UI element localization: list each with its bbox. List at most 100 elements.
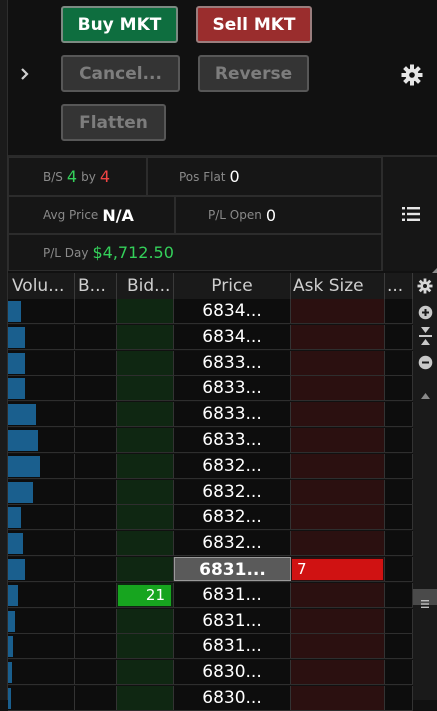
- ladder-row: 6833...: [8, 350, 413, 376]
- buy-orders-cell[interactable]: [75, 608, 117, 633]
- price-cell[interactable]: 6832...: [174, 453, 291, 478]
- pl-open-cell: P/L Open 0: [175, 196, 382, 234]
- header-bid-size[interactable]: Bid...: [117, 273, 174, 299]
- header-volume[interactable]: Volu...: [8, 273, 75, 299]
- bid-size-cell[interactable]: [117, 634, 174, 659]
- buy-orders-cell[interactable]: [75, 634, 117, 659]
- bid-size-cell[interactable]: [117, 350, 174, 375]
- extra-cell: [385, 557, 413, 581]
- ask-size-cell[interactable]: [291, 376, 385, 401]
- bid-size-cell[interactable]: [117, 299, 174, 323]
- ask-size-cell[interactable]: 7: [291, 557, 385, 581]
- zoom-out-icon[interactable]: [418, 355, 433, 370]
- price-cell[interactable]: 6833...: [174, 428, 291, 452]
- flatten-button[interactable]: Flatten: [61, 104, 166, 141]
- buy-orders-cell[interactable]: [75, 531, 117, 556]
- avg-price-label: Avg Price: [43, 208, 99, 222]
- buy-orders-cell[interactable]: [75, 582, 117, 607]
- bid-size-cell[interactable]: [117, 402, 174, 427]
- zoom-in-icon[interactable]: [418, 305, 433, 320]
- bid-size-cell[interactable]: [117, 531, 174, 556]
- buy-orders-cell[interactable]: [75, 428, 117, 452]
- scrollbar-handle[interactable]: [413, 589, 437, 608]
- price-cell[interactable]: 6834...: [174, 324, 291, 349]
- ask-size-cell[interactable]: [291, 299, 385, 323]
- bid-size-cell[interactable]: [117, 557, 174, 581]
- buy-orders-cell[interactable]: [75, 505, 117, 530]
- extra-cell: [385, 402, 413, 427]
- buy-orders-cell[interactable]: [75, 350, 117, 375]
- price-cell[interactable]: 6833...: [174, 402, 291, 427]
- header-price[interactable]: Price: [174, 273, 291, 299]
- gear-icon[interactable]: [401, 64, 423, 86]
- volume-cell: [8, 402, 75, 427]
- bid-size-cell[interactable]: [117, 660, 174, 685]
- ask-size-cell[interactable]: [291, 505, 385, 530]
- bid-size-cell[interactable]: [117, 505, 174, 530]
- ask-size-cell[interactable]: [291, 686, 385, 710]
- scroll-up-icon[interactable]: [421, 384, 430, 399]
- current-price-cell[interactable]: 6831...: [174, 557, 291, 581]
- ask-size-cell[interactable]: [291, 582, 385, 607]
- bid-size-cell[interactable]: [117, 453, 174, 478]
- bid-size-cell[interactable]: [117, 428, 174, 452]
- bid-size-cell[interactable]: [117, 686, 174, 710]
- price-cell[interactable]: 6830...: [174, 660, 291, 685]
- buy-mkt-button[interactable]: Buy MKT: [61, 6, 178, 43]
- ask-size-cell[interactable]: [291, 453, 385, 478]
- buy-orders-cell[interactable]: [75, 402, 117, 427]
- ladder-row: 6831... 7: [8, 557, 413, 582]
- price-cell[interactable]: 6830...: [174, 686, 291, 710]
- ladder-row: 6833...: [8, 402, 413, 428]
- ask-size-cell[interactable]: [291, 660, 385, 685]
- buy-orders-cell[interactable]: [75, 660, 117, 685]
- price-cell[interactable]: 6831...: [174, 608, 291, 633]
- ladder-gear-icon[interactable]: [417, 278, 433, 294]
- cancel-button[interactable]: Cancel...: [61, 55, 180, 92]
- buy-orders-cell[interactable]: [75, 686, 117, 710]
- ask-size-cell[interactable]: [291, 428, 385, 452]
- buy-orders-cell[interactable]: [75, 557, 117, 581]
- bid-size-cell[interactable]: [117, 608, 174, 633]
- price-cell[interactable]: 6832...: [174, 479, 291, 504]
- ladder-row: 6830...: [8, 686, 413, 711]
- ask-size-cell[interactable]: [291, 608, 385, 633]
- ask-size-value: 7: [292, 559, 383, 580]
- sell-mkt-button[interactable]: Sell MKT: [196, 6, 312, 43]
- extra-cell: [385, 453, 413, 478]
- resize-corner-icon[interactable]: [429, 261, 437, 276]
- bid-size-cell[interactable]: 21: [117, 582, 174, 607]
- ask-size-cell[interactable]: [291, 402, 385, 427]
- buy-orders-cell[interactable]: [75, 376, 117, 401]
- price-cell[interactable]: 6832...: [174, 505, 291, 530]
- price-cell[interactable]: 6834...: [174, 299, 291, 323]
- ask-size-cell[interactable]: [291, 634, 385, 659]
- ladder-row: 6831...: [8, 634, 413, 660]
- buy-orders-cell[interactable]: [75, 453, 117, 478]
- price-cell[interactable]: 6831...: [174, 582, 291, 607]
- header-extra[interactable]: ...: [385, 273, 413, 299]
- header-ask-size[interactable]: Ask Size: [291, 273, 385, 299]
- chevron-right-icon[interactable]: [18, 64, 32, 84]
- ask-size-cell[interactable]: [291, 479, 385, 504]
- bid-size-value: 21: [118, 584, 171, 606]
- buy-orders-cell[interactable]: [75, 324, 117, 349]
- price-cell[interactable]: 6833...: [174, 350, 291, 375]
- ask-size-cell[interactable]: [291, 350, 385, 375]
- ask-size-cell[interactable]: [291, 324, 385, 349]
- price-cell[interactable]: 6833...: [174, 376, 291, 401]
- volume-cell: [8, 686, 75, 710]
- buy-orders-cell[interactable]: [75, 479, 117, 504]
- price-cell[interactable]: 6832...: [174, 531, 291, 556]
- bid-size-cell[interactable]: [117, 376, 174, 401]
- buy-orders-cell[interactable]: [75, 299, 117, 323]
- center-icon[interactable]: [418, 327, 433, 345]
- bid-size-cell[interactable]: [117, 479, 174, 504]
- reverse-button[interactable]: Reverse: [198, 55, 309, 92]
- volume-cell: [8, 376, 75, 401]
- bid-size-cell[interactable]: [117, 324, 174, 349]
- header-buy-orders[interactable]: B...: [75, 273, 117, 299]
- ask-size-cell[interactable]: [291, 531, 385, 556]
- list-icon[interactable]: [402, 206, 420, 221]
- price-cell[interactable]: 6831...: [174, 634, 291, 659]
